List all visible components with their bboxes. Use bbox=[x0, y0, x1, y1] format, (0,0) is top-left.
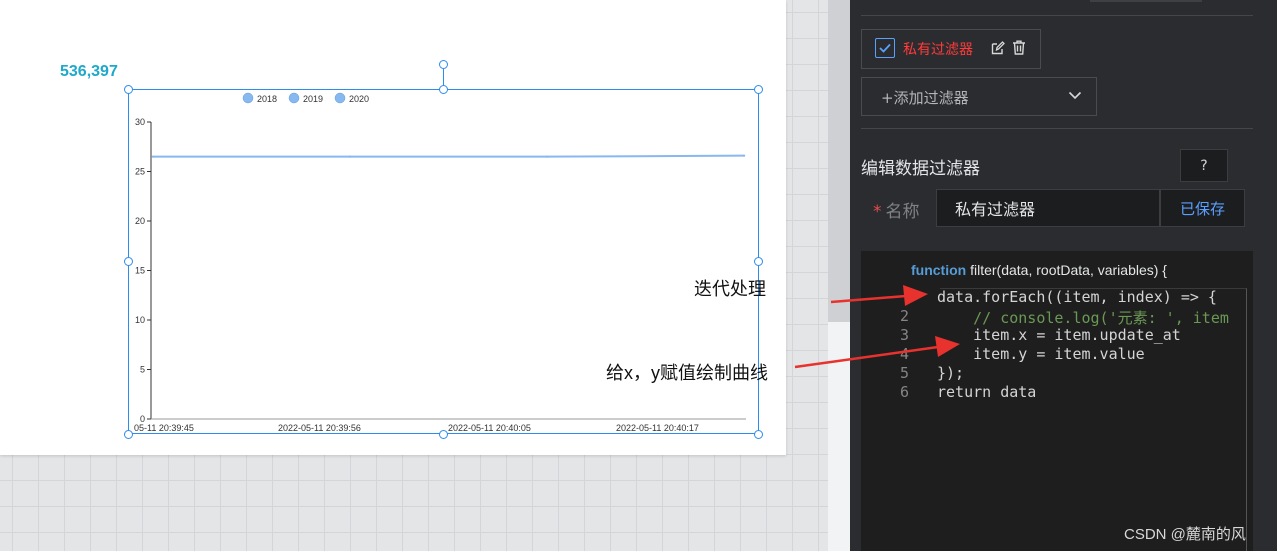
canvas-scrollbar-lower[interactable] bbox=[828, 322, 850, 551]
edit-icon[interactable] bbox=[991, 41, 1005, 55]
resize-handle-left[interactable] bbox=[124, 257, 133, 266]
resize-handle-top-right[interactable] bbox=[754, 85, 763, 94]
check-icon bbox=[879, 43, 891, 53]
code-text: item.y = item.value bbox=[937, 345, 1145, 363]
counter-widget[interactable]: 536,397 bbox=[60, 63, 118, 81]
chevron-down-icon[interactable] bbox=[1068, 88, 1082, 102]
trash-icon[interactable] bbox=[1012, 40, 1026, 55]
code-text: data.forEach((item, index) => { bbox=[937, 288, 1217, 306]
code-text: }); bbox=[937, 364, 965, 382]
filter-chip-checkbox[interactable] bbox=[875, 38, 895, 58]
function-signature: function filter(data, rootData, variable… bbox=[911, 262, 1167, 278]
save-button[interactable]: 已保存 bbox=[1160, 189, 1245, 227]
code-text: item.x = item.update_at bbox=[937, 326, 1181, 344]
resize-handle-top-left[interactable] bbox=[124, 85, 133, 94]
code-text: return data bbox=[937, 383, 1037, 401]
function-signature-rest: filter(data, rootData, variables) { bbox=[966, 262, 1167, 278]
panel-divider-top bbox=[861, 15, 1253, 16]
required-mark: * bbox=[873, 202, 882, 222]
line-number: 2 bbox=[899, 307, 909, 325]
name-label-text: 名称 bbox=[885, 202, 920, 222]
code-text: // console.log('元素: ', item bbox=[937, 309, 1229, 327]
resize-handle-top[interactable] bbox=[439, 85, 448, 94]
line-number: 4 bbox=[899, 345, 909, 363]
filter-chip-label: 私有过滤器 bbox=[903, 42, 973, 58]
panel-divider-middle bbox=[861, 128, 1253, 129]
line-number: 5 bbox=[899, 364, 909, 382]
edit-filter-title: 编辑数据过滤器 bbox=[861, 159, 980, 179]
add-filter-label: +添加过滤器 bbox=[881, 89, 969, 107]
rotate-handle[interactable] bbox=[439, 60, 448, 69]
resize-handle-right[interactable] bbox=[754, 257, 763, 266]
line-number: 6 bbox=[899, 383, 909, 401]
function-keyword: function bbox=[911, 262, 967, 278]
canvas-scrollbar-thumb[interactable] bbox=[828, 0, 850, 322]
resize-handle-bottom-right[interactable] bbox=[754, 430, 763, 439]
watermark: CSDN @麓南的风 bbox=[1124, 526, 1246, 543]
name-input[interactable]: 私有过滤器 bbox=[936, 189, 1160, 227]
help-button[interactable]: ? bbox=[1180, 149, 1228, 182]
resize-handle-bottom-left[interactable] bbox=[124, 430, 133, 439]
annotation-iterate: 迭代处理 bbox=[694, 279, 766, 299]
panel-top-control-edge bbox=[1090, 0, 1202, 2]
resize-handle-bottom[interactable] bbox=[439, 430, 448, 439]
name-label: * 名称 bbox=[873, 197, 920, 222]
annotation-assign: 给x，y赋值绘制曲线 bbox=[606, 363, 768, 383]
line-number: 3 bbox=[899, 326, 909, 344]
